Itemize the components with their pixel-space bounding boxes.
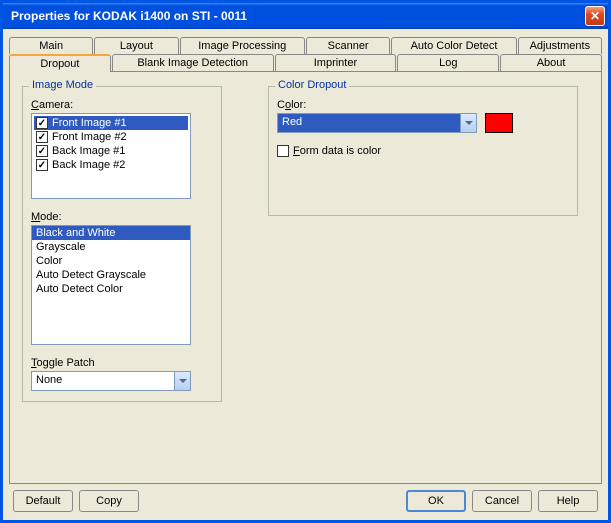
close-icon[interactable]: ✕ bbox=[585, 6, 605, 26]
checkbox-icon[interactable] bbox=[36, 145, 48, 157]
color-swatch bbox=[485, 113, 513, 133]
mode-item[interactable]: Black and White bbox=[32, 226, 190, 240]
camera-item-label: Front Image #2 bbox=[52, 131, 127, 143]
ok-button[interactable]: OK bbox=[406, 490, 466, 512]
chevron-down-icon[interactable] bbox=[174, 372, 190, 390]
right-column: Color Dropout Color: Red Form data is co… bbox=[268, 82, 578, 216]
mode-item[interactable]: Auto Detect Color bbox=[32, 282, 190, 296]
chevron-down-icon[interactable] bbox=[460, 114, 476, 132]
camera-item[interactable]: Front Image #2 bbox=[34, 130, 188, 144]
color-label: Color: bbox=[277, 99, 569, 111]
color-combo[interactable]: Red bbox=[277, 113, 477, 133]
checkbox-icon[interactable] bbox=[36, 131, 48, 143]
tab-image-processing[interactable]: Image Processing bbox=[180, 37, 305, 54]
camera-item-label: Front Image #1 bbox=[52, 117, 127, 129]
mode-item[interactable]: Color bbox=[32, 254, 190, 268]
tabs-row-1: Main Layout Image Processing Scanner Aut… bbox=[9, 37, 602, 54]
button-row: Default Copy OK Cancel Help bbox=[9, 484, 602, 514]
color-dropout-group: Color Dropout Color: Red Form data is co… bbox=[268, 86, 578, 216]
checkbox-icon[interactable] bbox=[36, 159, 48, 171]
camera-list[interactable]: Front Image #1 Front Image #2 Back Image #… bbox=[31, 113, 191, 199]
copy-button[interactable]: Copy bbox=[79, 490, 139, 512]
tab-auto-color-detect[interactable]: Auto Color Detect bbox=[391, 37, 516, 54]
image-mode-group: Image Mode Camera: Front Image #1Front I… bbox=[22, 86, 222, 402]
mode-item[interactable]: Grayscale bbox=[32, 240, 190, 254]
checkbox-icon bbox=[277, 145, 289, 157]
dialog-body: Main Layout Image Processing Scanner Aut… bbox=[3, 29, 608, 520]
checkbox-icon[interactable] bbox=[36, 117, 48, 129]
mode-item[interactable]: Auto Detect Grayscale bbox=[32, 268, 190, 282]
image-mode-title: Image Mode bbox=[29, 79, 96, 91]
tabs-row-2: Dropout Blank Image Detection Imprinter … bbox=[9, 54, 602, 72]
camera-item-label: Back Image #1 bbox=[52, 145, 125, 157]
tab-imprinter[interactable]: Imprinter bbox=[275, 54, 397, 72]
color-dropout-title: Color Dropout bbox=[275, 79, 349, 91]
titlebar[interactable]: Properties for KODAK i1400 on STI - 0011… bbox=[3, 3, 608, 29]
camera-item-label: Back Image #2 bbox=[52, 159, 125, 171]
left-column: Image Mode Camera: Front Image #1Front I… bbox=[22, 86, 222, 402]
cancel-button[interactable]: Cancel bbox=[472, 490, 532, 512]
camera-label: Camera: bbox=[31, 99, 213, 111]
properties-dialog: Properties for KODAK i1400 on STI - 0011… bbox=[0, 0, 611, 523]
window-title: Properties for KODAK i1400 on STI - 0011 bbox=[11, 9, 585, 23]
tab-layout[interactable]: Layout bbox=[94, 37, 178, 54]
camera-item[interactable]: Front Image #1 bbox=[34, 116, 188, 130]
tab-dropout[interactable]: Dropout bbox=[9, 54, 111, 72]
default-button[interactable]: Default bbox=[13, 490, 73, 512]
camera-item[interactable]: Back Image #2 bbox=[34, 158, 188, 172]
help-button[interactable]: Help bbox=[538, 490, 598, 512]
tab-adjustments[interactable]: Adjustments bbox=[518, 37, 602, 54]
spacer bbox=[145, 490, 400, 512]
color-value: Red bbox=[278, 114, 460, 132]
tab-main[interactable]: Main bbox=[9, 37, 93, 54]
tab-about[interactable]: About bbox=[500, 54, 602, 72]
tab-scanner[interactable]: Scanner bbox=[306, 37, 390, 54]
form-data-label: Form data is color bbox=[293, 145, 381, 157]
tab-blank-image-detection[interactable]: Blank Image Detection bbox=[112, 54, 274, 72]
mode-label: Mode: bbox=[31, 211, 213, 223]
tab-log[interactable]: Log bbox=[397, 54, 499, 72]
tab-panel-dropout: Image Mode Camera: Front Image #1Front I… bbox=[9, 71, 602, 484]
form-data-is-color-checkbox[interactable]: Form data is color bbox=[277, 145, 569, 157]
toggle-patch-combo[interactable]: None bbox=[31, 371, 191, 391]
camera-item[interactable]: Back Image #1 bbox=[34, 144, 188, 158]
mode-list[interactable]: Black and WhiteGrayscaleColorAuto Detect… bbox=[31, 225, 191, 345]
toggle-patch-value: None bbox=[32, 372, 174, 390]
toggle-patch-label: Toggle Patch bbox=[31, 357, 213, 369]
